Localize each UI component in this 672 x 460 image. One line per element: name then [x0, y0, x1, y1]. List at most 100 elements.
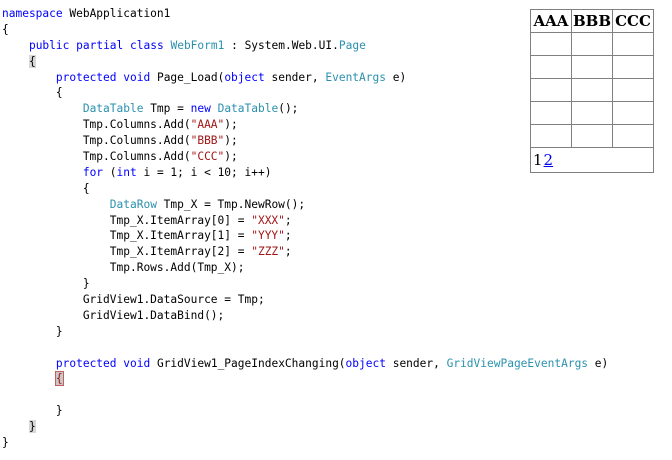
code-token: );	[224, 118, 238, 132]
code-token: i = 1; i < 10; i++)	[136, 165, 272, 179]
code-token: {	[54, 371, 64, 387]
code-line[interactable]: DataRow Tmp_X = Tmp.NewRow();	[2, 197, 608, 213]
code-token: GridView1.DataSource = Tmp;	[2, 293, 265, 307]
code-token: {	[2, 181, 90, 195]
grid-row	[530, 32, 654, 56]
code-token: new	[190, 102, 211, 116]
code-token: class	[130, 38, 164, 52]
code-token: }	[28, 420, 36, 434]
code-token: GridView1.DataBind();	[2, 308, 225, 322]
grid-cell	[612, 78, 654, 102]
code-line[interactable]: {	[2, 85, 608, 101]
code-line[interactable]: }	[2, 324, 608, 340]
grid-cell	[612, 55, 654, 79]
code-token: {	[2, 22, 9, 36]
code-line[interactable]: Tmp.Rows.Add(Tmp_X);	[2, 260, 608, 276]
code-token: ;	[284, 245, 292, 259]
pager-link-page-2[interactable]: 2	[544, 151, 554, 169]
code-token: "ZZZ"	[251, 245, 285, 259]
code-token: }	[2, 324, 63, 338]
grid-row	[530, 124, 654, 148]
code-line[interactable]: {	[2, 181, 608, 197]
code-token: Tmp_X.ItemArray[0] =	[2, 213, 252, 227]
code-line[interactable]: }	[2, 276, 608, 292]
code-token: Page	[338, 38, 366, 52]
code-token: Tmp.Columns.Add(	[2, 150, 191, 164]
code-token: partial	[76, 38, 124, 52]
code-token: }	[2, 277, 90, 291]
code-line[interactable]: }	[2, 403, 608, 419]
code-line[interactable]: Tmp_X.ItemArray[1] = "YYY";	[2, 228, 608, 244]
grid-cell	[530, 101, 572, 125]
grid-cell	[612, 32, 654, 56]
code-token: (	[103, 165, 117, 179]
grid-header-ccc: CCC	[612, 9, 654, 33]
code-token: GridViewPageEventArgs	[446, 356, 589, 370]
gridview-preview: AAA BBB CCC 12	[530, 9, 654, 173]
code-token: for	[82, 165, 104, 179]
code-line[interactable]	[2, 387, 608, 403]
code-editor[interactable]: namespace WebApplication1{ public partia…	[2, 6, 608, 451]
code-line[interactable]: protected void GridView1_PageIndexChangi…	[2, 356, 608, 372]
code-line[interactable]: public partial class WebForm1 : System.W…	[2, 38, 608, 54]
code-token: Tmp =	[143, 102, 191, 116]
grid-row	[530, 101, 654, 125]
code-token: e)	[385, 70, 407, 84]
grid-row	[530, 55, 654, 79]
code-token: Tmp.Rows.Add(Tmp_X);	[2, 261, 245, 275]
code-line[interactable]: Tmp_X.ItemArray[0] = "XXX";	[2, 213, 608, 229]
grid-cell	[530, 55, 572, 79]
code-token: protected	[55, 356, 117, 370]
grid-cell	[612, 101, 654, 125]
grid-header-bbb: BBB	[571, 9, 613, 33]
grid-cell	[530, 78, 572, 102]
code-token: void	[123, 70, 151, 84]
code-line[interactable]: namespace WebApplication1	[2, 6, 608, 22]
code-token: "YYY"	[251, 229, 285, 243]
code-line[interactable]: Tmp.Columns.Add("AAA");	[2, 117, 608, 133]
code-line[interactable]: for (int i = 1; i < 10; i++)	[2, 165, 608, 181]
code-line[interactable]: Tmp_X.ItemArray[2] = "ZZZ";	[2, 244, 608, 260]
code-line[interactable]	[2, 340, 608, 356]
code-token: Page_Load(	[150, 70, 225, 84]
code-line[interactable]: {	[2, 22, 608, 38]
grid-cell	[530, 32, 572, 56]
code-token: WebForm1	[170, 38, 225, 52]
code-token: }	[2, 404, 63, 418]
code-token: "CCC"	[190, 150, 225, 164]
code-line[interactable]: {	[2, 371, 608, 387]
code-token: "BBB"	[190, 134, 225, 148]
code-token: ;	[284, 213, 292, 227]
code-token: WebApplication1	[62, 7, 171, 20]
code-line[interactable]: Tmp.Columns.Add("CCC");	[2, 149, 608, 165]
code-line[interactable]: DataTable Tmp = new DataTable();	[2, 101, 608, 117]
code-line[interactable]: protected void Page_Load(object sender, …	[2, 70, 608, 86]
code-line[interactable]: Tmp.Columns.Add("BBB");	[2, 133, 608, 149]
code-token: Tmp.Columns.Add(	[2, 118, 191, 132]
code-token: ;	[284, 229, 292, 243]
code-line[interactable]: }	[2, 435, 608, 451]
code-line[interactable]: {	[2, 54, 608, 70]
code-line[interactable]: GridView1.DataSource = Tmp;	[2, 292, 608, 308]
code-token: protected	[55, 70, 117, 84]
code-token: sender,	[385, 356, 447, 370]
grid-row	[530, 78, 654, 102]
code-line[interactable]: }	[2, 419, 608, 435]
grid-cell	[530, 124, 572, 148]
grid-cell	[612, 124, 654, 148]
code-token: object	[224, 70, 265, 84]
code-token: DataTable	[82, 102, 144, 116]
code-line[interactable]: GridView1.DataBind();	[2, 308, 608, 324]
code-token: "AAA"	[190, 118, 225, 132]
grid-pager: 12	[530, 147, 654, 173]
